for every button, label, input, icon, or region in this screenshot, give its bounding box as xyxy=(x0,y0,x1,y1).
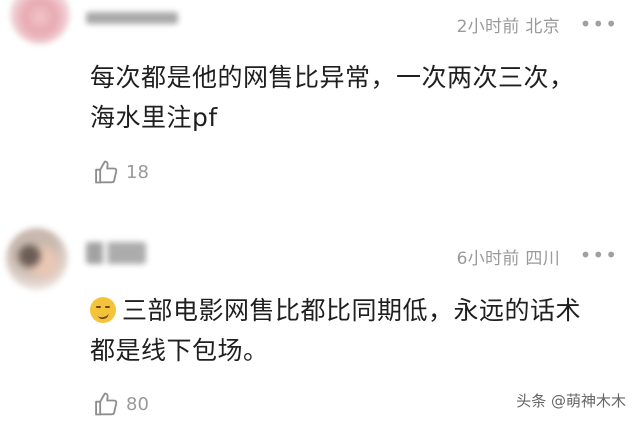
username-blurred[interactable] xyxy=(86,242,146,264)
comment-text-line: 每次都是他的网售比异常，一次两次三次， xyxy=(90,63,575,92)
more-dots-icon[interactable]: ••• xyxy=(580,12,618,36)
username-blurred[interactable] xyxy=(86,12,178,24)
comment-time: 6小时前 xyxy=(456,249,520,269)
comment-text: 每次都是他的网售比异常，一次两次三次， 海水里注pf xyxy=(90,58,630,138)
comment-time: 2小时前 xyxy=(456,17,520,37)
comment-meta: 6小时前 四川 xyxy=(457,244,560,269)
comment-item: 2小时前 北京 ••• 每次都是他的网售比异常，一次两次三次， 海水里注pf 1… xyxy=(0,0,640,206)
like-count: 80 xyxy=(126,393,149,415)
thumbs-up-icon xyxy=(95,392,118,416)
like-count: 18 xyxy=(126,161,149,183)
comment-text-content: 三部电影网售比都比同期低，永远的话术 xyxy=(122,296,582,325)
comment-text-line: 海水里注pf xyxy=(90,103,218,132)
comment-text-line: 都是线下包场。 xyxy=(90,336,269,365)
comment-text: 三部电影网售比都比同期低，永远的话术 都是线下包场。 xyxy=(90,291,630,371)
watermark: 头条 @萌神木木 xyxy=(516,392,626,410)
like-button[interactable]: 80 xyxy=(92,390,149,418)
like-button[interactable]: 18 xyxy=(92,158,149,186)
smirk-emoji-icon xyxy=(90,297,116,323)
more-dots-icon[interactable]: ••• xyxy=(580,243,618,267)
avatar[interactable] xyxy=(10,0,70,44)
comment-location: 四川 xyxy=(525,249,560,269)
comment-text-line: 三部电影网售比都比同期低，永远的话术 xyxy=(90,291,630,331)
avatar[interactable] xyxy=(6,228,68,290)
comment-meta: 2小时前 北京 xyxy=(457,12,560,37)
thumbs-up-icon xyxy=(95,160,118,184)
comment-location: 北京 xyxy=(525,17,560,37)
